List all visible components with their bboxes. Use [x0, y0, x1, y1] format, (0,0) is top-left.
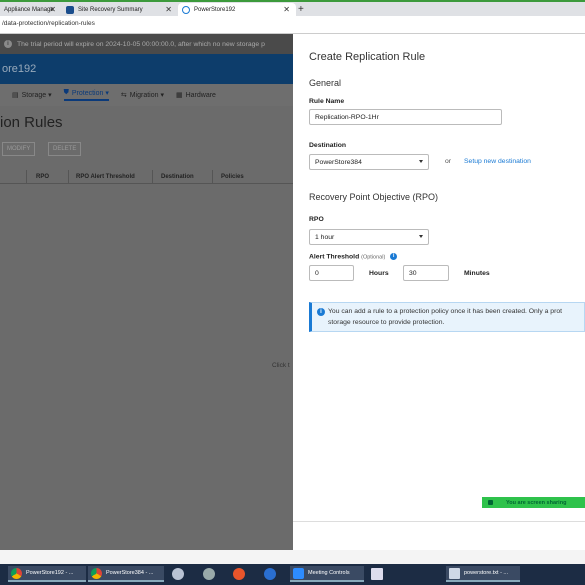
taskbar-item-powerstore384[interactable]: PowerStore384 - ... [88, 566, 164, 582]
divider [152, 170, 153, 184]
divider [212, 170, 213, 184]
modify-button[interactable]: MODIFY [2, 142, 36, 156]
url-text[interactable]: /data-protection/replication-rules [2, 20, 95, 27]
shield-icon: ⛊ [63, 89, 69, 96]
page-title: ion Rules [0, 114, 63, 131]
info-icon: i [317, 308, 325, 316]
col-policies[interactable]: Policies [221, 174, 244, 180]
app-icon[interactable] [172, 568, 184, 580]
tab-label: PowerStore192 [194, 7, 236, 13]
divider [26, 170, 27, 184]
notice-text-line1: You can add a rule to a protection polic… [328, 308, 563, 315]
app-icon[interactable] [203, 568, 215, 580]
address-bar[interactable]: /data-protection/replication-rules [0, 16, 585, 34]
rule-name-label: Rule Name [309, 98, 345, 105]
or-text: or [445, 158, 452, 165]
rule-name-value: Replication-RPO-1Hr [315, 113, 379, 121]
alert-threshold-label: Alert Threshold (Optional) i [309, 253, 398, 261]
dell-icon [182, 6, 190, 14]
migration-icon: ⇆ [120, 92, 127, 99]
close-icon[interactable]: ✕ [49, 5, 56, 14]
tab-powerstore192[interactable]: PowerStore192 ✕ [178, 3, 296, 17]
sharing-text: You are screen sharing [506, 499, 567, 506]
panel-footer-divider [293, 521, 585, 522]
hardware-icon: ▦ [175, 92, 183, 99]
destination-select[interactable]: PowerStore384 [309, 154, 429, 170]
trial-banner: i The trial period will expire on 2024-1… [0, 34, 293, 54]
tab-site-recovery[interactable]: Site Recovery Summary ✕ [62, 3, 178, 17]
app-icon[interactable] [264, 568, 276, 580]
delete-button[interactable]: DELETE [48, 142, 82, 156]
app-nav: ▤ Storage ▾ ⛊ Protection ▾ ⇆ Migration ▾… [0, 84, 293, 106]
rpo-heading: Recovery Point Objective (RPO) [309, 192, 439, 202]
app-header: ore192 [0, 54, 293, 84]
firefox-icon[interactable] [233, 568, 245, 580]
app-name: ore192 [2, 63, 37, 75]
general-heading: General [309, 78, 342, 88]
minutes-value: 30 [409, 269, 417, 277]
info-notice: i You can add a rule to a protection pol… [309, 302, 585, 332]
rpo-select[interactable]: 1 hour [309, 229, 429, 245]
notepad-icon [449, 567, 460, 579]
tab-label: Site Recovery Summary [78, 7, 143, 13]
nav-storage[interactable]: ▤ Storage ▾ [12, 91, 52, 99]
optional-text: (Optional) [361, 254, 386, 261]
rpo-label: RPO [309, 216, 324, 223]
screen-sharing-indicator[interactable]: You are screen sharing [482, 497, 585, 508]
close-icon[interactable]: ✕ [283, 5, 290, 14]
panel-title: Create Replication Rule [309, 51, 426, 63]
tab-appliance-manager[interactable]: Appliance Manage ✕ [0, 3, 62, 17]
rpo-value: 1 hour [315, 233, 335, 241]
chevron-down-icon [419, 235, 423, 238]
nav-migration[interactable]: ⇆ Migration ▾ [121, 91, 164, 99]
window-icon[interactable] [371, 568, 383, 580]
nav-protection[interactable]: ⛊ Protection ▾ [63, 89, 109, 101]
zoom-icon [293, 567, 304, 579]
taskbar: PowerStore192 - ... PowerStore384 - ... … [0, 564, 585, 585]
taskbar-item-powerstore-txt[interactable]: powerstore.txt - ... [446, 566, 520, 582]
minutes-input[interactable]: 30 [403, 265, 449, 281]
chevron-down-icon [419, 160, 423, 163]
taskbar-item-powerstore192[interactable]: PowerStore192 - ... [8, 566, 86, 582]
info-icon: i [4, 40, 12, 48]
status-strip [0, 550, 585, 564]
browser-tab-bar: Appliance Manage ✕ Site Recovery Summary… [0, 0, 585, 17]
destination-value: PowerStore384 [315, 158, 362, 166]
tab-label: Appliance Manage [4, 7, 54, 13]
info-icon[interactable]: i [390, 253, 398, 260]
notice-text-line2: storage resource to provide protection. [328, 319, 445, 326]
empty-hint: Click t [272, 362, 290, 369]
vmware-icon [66, 6, 74, 14]
rule-name-input[interactable]: Replication-RPO-1Hr [309, 109, 502, 125]
sharing-icon [488, 500, 493, 505]
divider [68, 170, 69, 184]
chrome-icon [11, 567, 22, 579]
new-tab-button[interactable]: + [298, 4, 304, 15]
close-icon[interactable]: ✕ [165, 5, 172, 14]
destination-label: Destination [309, 142, 347, 149]
storage-icon: ▤ [12, 92, 19, 99]
col-rpo[interactable]: RPO [36, 174, 49, 180]
create-replication-rule-panel: Create Replication Rule General Rule Nam… [293, 34, 585, 550]
col-destination[interactable]: Destination [161, 174, 194, 180]
trial-text: The trial period will expire on 2024-10-… [17, 40, 265, 48]
minutes-label: Minutes [464, 270, 490, 277]
col-alert-threshold[interactable]: RPO Alert Threshold [76, 174, 135, 180]
hours-value: 0 [315, 269, 319, 277]
nav-hardware[interactable]: ▦ Hardware [175, 91, 216, 100]
table-header: RPO RPO Alert Threshold Destination Poli… [0, 170, 293, 184]
chrome-icon [91, 567, 102, 579]
hours-input[interactable]: 0 [309, 265, 354, 281]
taskbar-item-meeting-controls[interactable]: Meeting Controls [290, 566, 364, 582]
setup-new-destination-link[interactable]: Setup new destination [464, 158, 531, 165]
hours-label: Hours [369, 270, 389, 277]
